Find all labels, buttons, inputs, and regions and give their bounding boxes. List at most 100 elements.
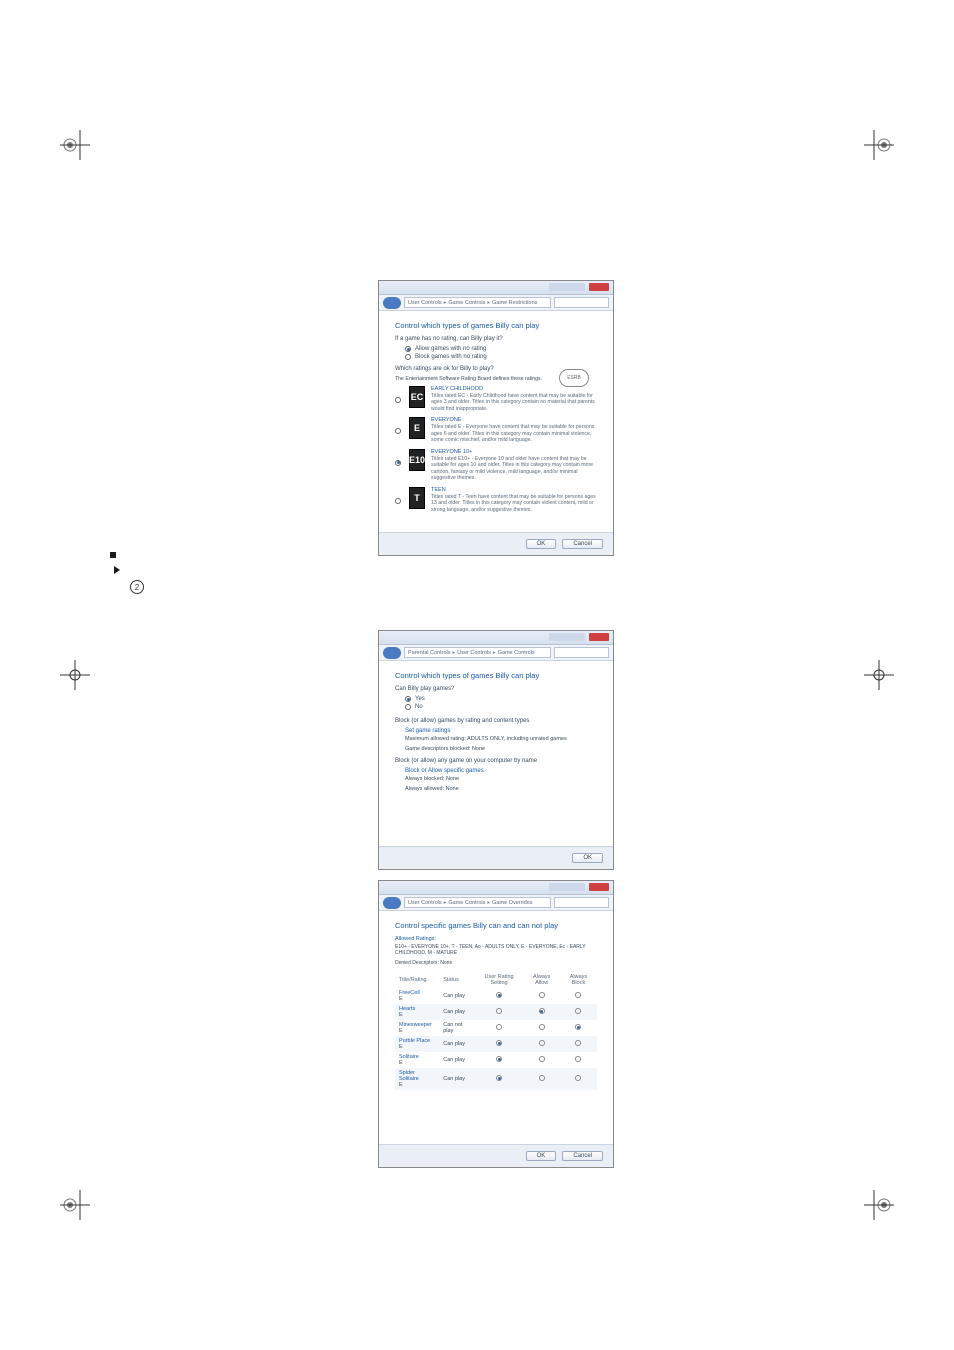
- game-rating: E: [399, 996, 403, 1002]
- nav-back-button[interactable]: [383, 297, 401, 309]
- question-text: If a game has no rating, can Billy play …: [395, 336, 597, 342]
- nav-back-button[interactable]: [383, 647, 401, 659]
- crumb[interactable]: Game Overrides: [492, 900, 536, 906]
- table-row: Purble PlaceECan play: [395, 1036, 597, 1052]
- crumb[interactable]: Game Restrictions: [492, 300, 541, 306]
- radio-allow-unrated[interactable]: Allow games with no rating: [405, 346, 597, 352]
- radio-icon: [405, 704, 411, 710]
- cancel-button[interactable]: Cancel: [562, 539, 603, 549]
- radio-icon[interactable]: [539, 1024, 545, 1030]
- search-input[interactable]: [554, 297, 609, 308]
- nav-row: Parental Controls User Controls Game Con…: [379, 645, 613, 661]
- window-minmax[interactable]: [549, 883, 585, 891]
- crop-mark: [60, 130, 90, 160]
- radio-icon[interactable]: [496, 992, 502, 998]
- titlebar: [379, 281, 613, 295]
- titlebar: [379, 631, 613, 645]
- radio-icon[interactable]: [575, 992, 581, 998]
- crumb[interactable]: Game Controls: [498, 650, 539, 656]
- radio-icon[interactable]: [539, 1075, 545, 1081]
- radio-icon[interactable]: [496, 1024, 502, 1030]
- crumb[interactable]: User Controls: [408, 300, 448, 306]
- col-header: Always Allow: [523, 972, 560, 988]
- radio-icon[interactable]: [496, 1008, 502, 1014]
- crop-mark: [864, 1190, 894, 1220]
- radio-icon: [405, 696, 411, 702]
- info-text: Maximum allowed rating: ADULTS ONLY, inc…: [405, 736, 597, 742]
- breadcrumb[interactable]: User Controls Game Controls Game Restric…: [404, 297, 551, 308]
- radio-icon[interactable]: [539, 1040, 545, 1046]
- radio-icon[interactable]: [496, 1075, 502, 1081]
- game-rating: E: [399, 1082, 403, 1088]
- game-status: Can play: [439, 988, 474, 1004]
- info-text: Always blocked: None: [405, 776, 597, 782]
- table-row: Spider SolitaireECan play: [395, 1068, 597, 1090]
- radio-icon[interactable]: [496, 1056, 502, 1062]
- rating-badge-icon: T: [409, 487, 425, 509]
- crumb[interactable]: Game Controls: [448, 300, 492, 306]
- window-close-button[interactable]: [589, 633, 609, 641]
- crumb[interactable]: Game Controls: [448, 900, 492, 906]
- cancel-button[interactable]: Cancel: [562, 1151, 603, 1161]
- game-status: Can play: [439, 1068, 474, 1090]
- question-text: Can Billy play games?: [395, 686, 597, 692]
- radio-icon[interactable]: [496, 1040, 502, 1046]
- crumb[interactable]: Parental Controls: [408, 650, 457, 656]
- set-ratings-link[interactable]: Set game ratings: [405, 728, 597, 734]
- radio-block-unrated[interactable]: Block games with no rating: [405, 354, 597, 360]
- radio-icon[interactable]: [575, 1040, 581, 1046]
- crumb[interactable]: User Controls: [457, 650, 497, 656]
- crop-mark: [864, 660, 894, 690]
- window-close-button[interactable]: [589, 883, 609, 891]
- radio-icon[interactable]: [539, 1056, 545, 1062]
- ok-button[interactable]: OK: [526, 1151, 557, 1161]
- ok-button[interactable]: OK: [526, 539, 557, 549]
- table-row: FreeCellECan play: [395, 988, 597, 1004]
- search-input[interactable]: [554, 897, 609, 908]
- arrow-right-icon: [114, 566, 120, 574]
- table-row: MinesweeperECan not play: [395, 1020, 597, 1036]
- game-status: Can play: [439, 1004, 474, 1020]
- radio-icon[interactable]: [575, 1075, 581, 1081]
- rating-badge-icon: E10: [409, 449, 425, 471]
- radio-yes[interactable]: Yes: [405, 696, 597, 702]
- radio-icon[interactable]: [539, 1008, 545, 1014]
- allowed-ratings-text: E10+ - EVERYONE 10+, T - TEEN, Ao - ADUL…: [395, 944, 597, 956]
- search-input[interactable]: [554, 647, 609, 658]
- game-title: Purble Place: [399, 1038, 430, 1044]
- block-allow-link[interactable]: Block or Allow specific games: [405, 768, 597, 774]
- window-minmax[interactable]: [549, 283, 585, 291]
- window-close-button[interactable]: [589, 283, 609, 291]
- info-text: Game descriptors blocked: None: [405, 746, 597, 752]
- game-controls-window: Parental Controls User Controls Game Con…: [378, 630, 614, 870]
- window-minmax[interactable]: [549, 633, 585, 641]
- section-label: Block (or allow) any game on your comput…: [395, 758, 597, 764]
- rating-description: EVERYONETitles rated E - Everyone have c…: [431, 417, 597, 443]
- crumb[interactable]: User Controls: [408, 900, 448, 906]
- radio-icon[interactable]: [395, 397, 401, 403]
- radio-icon[interactable]: [575, 1024, 581, 1030]
- radio-icon[interactable]: [575, 1008, 581, 1014]
- rating-description: TEENTitles rated T - Teen have content t…: [431, 487, 597, 513]
- radio-icon[interactable]: [395, 460, 401, 466]
- rating-row: E10EVERYONE 10+Titles rated E10+ - Every…: [395, 449, 597, 482]
- radio-icon[interactable]: [575, 1056, 581, 1062]
- col-header: Status: [439, 972, 474, 988]
- radio-icon[interactable]: [539, 992, 545, 998]
- col-header: User Rating Setting: [475, 972, 524, 988]
- radio-icon[interactable]: [395, 428, 401, 434]
- nav-back-button[interactable]: [383, 897, 401, 909]
- breadcrumb[interactable]: Parental Controls User Controls Game Con…: [404, 647, 551, 658]
- radio-icon[interactable]: [395, 498, 401, 504]
- radio-no[interactable]: No: [405, 704, 597, 710]
- radio-label: Block games with no rating: [415, 354, 487, 360]
- game-rating: E: [399, 1044, 403, 1050]
- denied-descriptors: Denied Descriptors: None: [395, 960, 597, 966]
- rating-row: ECEARLY CHILDHOODTitles rated EC - Early…: [395, 386, 597, 412]
- ok-button[interactable]: OK: [572, 853, 603, 863]
- radio-icon: [405, 346, 411, 352]
- crop-mark: [60, 660, 90, 690]
- breadcrumb[interactable]: User Controls Game Controls Game Overrid…: [404, 897, 551, 908]
- game-status: Can play: [439, 1052, 474, 1068]
- game-overrides-window: User Controls Game Controls Game Overrid…: [378, 880, 614, 1168]
